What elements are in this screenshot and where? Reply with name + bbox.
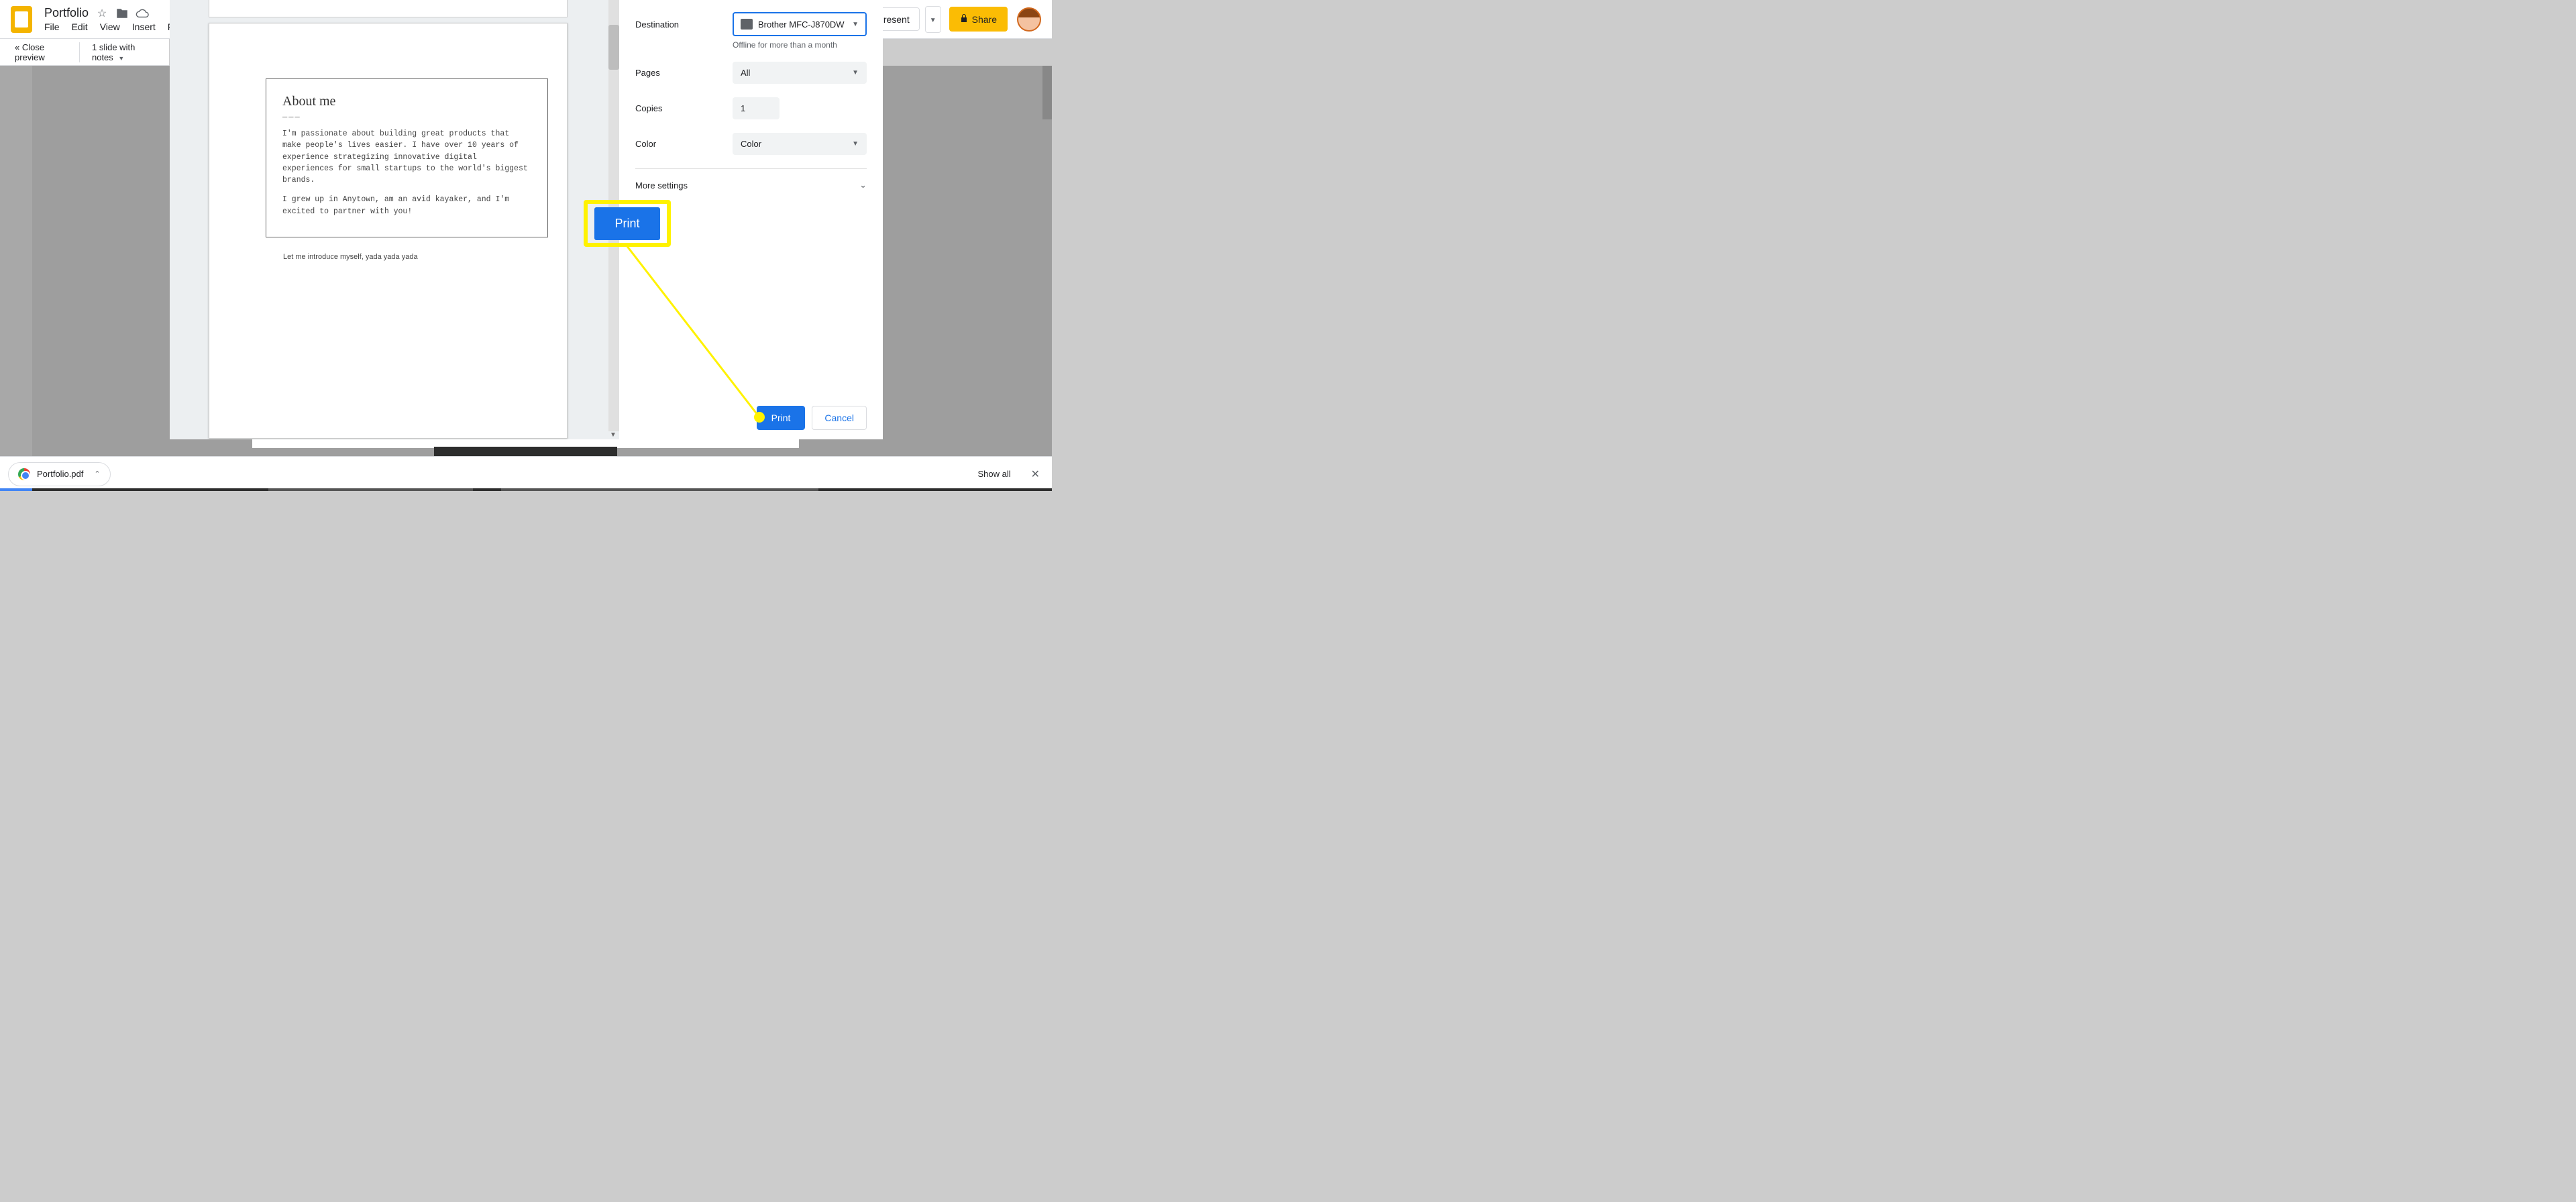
chevron-down-icon: ▼ [118, 55, 124, 62]
lock-icon [960, 13, 968, 25]
color-row: Color Color ▼ [635, 133, 867, 155]
menu-file[interactable]: File [44, 21, 60, 32]
copies-row: Copies [635, 97, 867, 119]
present-dropdown[interactable]: ▼ [925, 6, 941, 33]
share-button[interactable]: Share [949, 7, 1008, 32]
share-label: Share [972, 14, 997, 25]
download-filename: Portfolio.pdf [37, 469, 83, 479]
slide-thumbnail-strip [0, 66, 32, 456]
chevron-down-icon: ▼ [852, 69, 859, 76]
preview-toolbar: « Close preview 1 slide with notes ▼ [0, 39, 169, 66]
menu-insert[interactable]: Insert [132, 21, 156, 32]
color-value: Color [741, 139, 761, 149]
download-item[interactable]: Portfolio.pdf ⌃ [8, 462, 111, 486]
preview-scrollbar-thumb[interactable] [608, 25, 619, 70]
print-dialog: ▼ About me ——— I'm passionate about buil… [170, 0, 883, 439]
slide-title: About me [282, 94, 531, 109]
printer-icon [741, 19, 753, 30]
print-preview-pane: ▼ About me ——— I'm passionate about buil… [170, 0, 619, 439]
right-scrollbar[interactable] [1042, 66, 1052, 119]
destination-value: Brother MFC-J870DW [758, 19, 845, 30]
tab-active-indicator [0, 488, 32, 491]
chevron-down-icon: ⌄ [859, 180, 867, 190]
scroll-down-arrow-icon[interactable]: ▼ [610, 431, 618, 439]
move-folder-icon[interactable] [115, 7, 129, 20]
slide-info-label: 1 slide with notes [92, 42, 135, 62]
toolbar-dark-2 [533, 447, 617, 456]
destination-row: Destination Brother MFC-J870DW ▼ [635, 12, 867, 36]
dialog-footer: Print Cancel [757, 406, 867, 430]
color-label: Color [635, 139, 733, 149]
download-bar: Portfolio.pdf ⌃ Show all ✕ [0, 456, 1052, 491]
download-actions: Show all ✕ [971, 463, 1044, 485]
slide-content-box: About me ——— I'm passionate about buildi… [266, 78, 548, 237]
slide-body-1: I'm passionate about building great prod… [282, 128, 531, 186]
bottom-tab-strip [0, 488, 1052, 491]
copies-input[interactable] [733, 97, 780, 119]
cloud-saved-icon[interactable] [136, 7, 149, 20]
slide-body-2: I grew up in Anytown, am an avid kayaker… [282, 194, 531, 217]
pages-select[interactable]: All ▼ [733, 62, 867, 84]
tab-indicator [501, 488, 818, 491]
chevron-up-icon: ⌃ [94, 470, 100, 478]
chrome-icon [18, 468, 30, 480]
pages-label: Pages [635, 68, 733, 78]
preview-page-prev [209, 0, 568, 17]
speaker-notes: Let me introduce myself, yada yada yada [283, 253, 418, 261]
pages-value: All [741, 68, 750, 78]
menu-edit[interactable]: Edit [72, 21, 88, 32]
chevron-down-icon: ▼ [852, 21, 859, 28]
slide-info-dropdown[interactable]: 1 slide with notes ▼ [79, 42, 154, 62]
annotation-highlight-box: Print [584, 200, 671, 247]
annotation-endpoint-dot [754, 412, 765, 423]
close-preview-button[interactable]: « Close preview [15, 42, 64, 62]
destination-status: Offline for more than a month [733, 40, 867, 50]
preview-page: About me ——— I'm passionate about buildi… [209, 23, 568, 439]
tab-indicator [268, 488, 473, 491]
chevron-down-icon: ▼ [852, 140, 859, 148]
destination-select[interactable]: Brother MFC-J870DW ▼ [733, 12, 867, 36]
document-title[interactable]: Portfolio [44, 6, 89, 20]
slide-divider: ——— [282, 112, 531, 121]
cancel-button[interactable]: Cancel [812, 406, 867, 430]
slides-logo-icon[interactable] [11, 6, 32, 33]
destination-label: Destination [635, 19, 733, 30]
copies-label: Copies [635, 103, 733, 113]
show-all-button[interactable]: Show all [971, 465, 1017, 483]
menu-view[interactable]: View [100, 21, 120, 32]
more-settings-label: More settings [635, 180, 688, 190]
close-icon[interactable]: ✕ [1027, 463, 1044, 485]
star-icon[interactable]: ☆ [95, 7, 109, 20]
color-select[interactable]: Color ▼ [733, 133, 867, 155]
pages-row: Pages All ▼ [635, 62, 867, 84]
chevron-down-icon: ▼ [930, 17, 936, 24]
annotation-print-button: Print [594, 207, 659, 240]
user-avatar[interactable] [1017, 7, 1041, 32]
more-settings-toggle[interactable]: More settings ⌄ [635, 168, 867, 201]
